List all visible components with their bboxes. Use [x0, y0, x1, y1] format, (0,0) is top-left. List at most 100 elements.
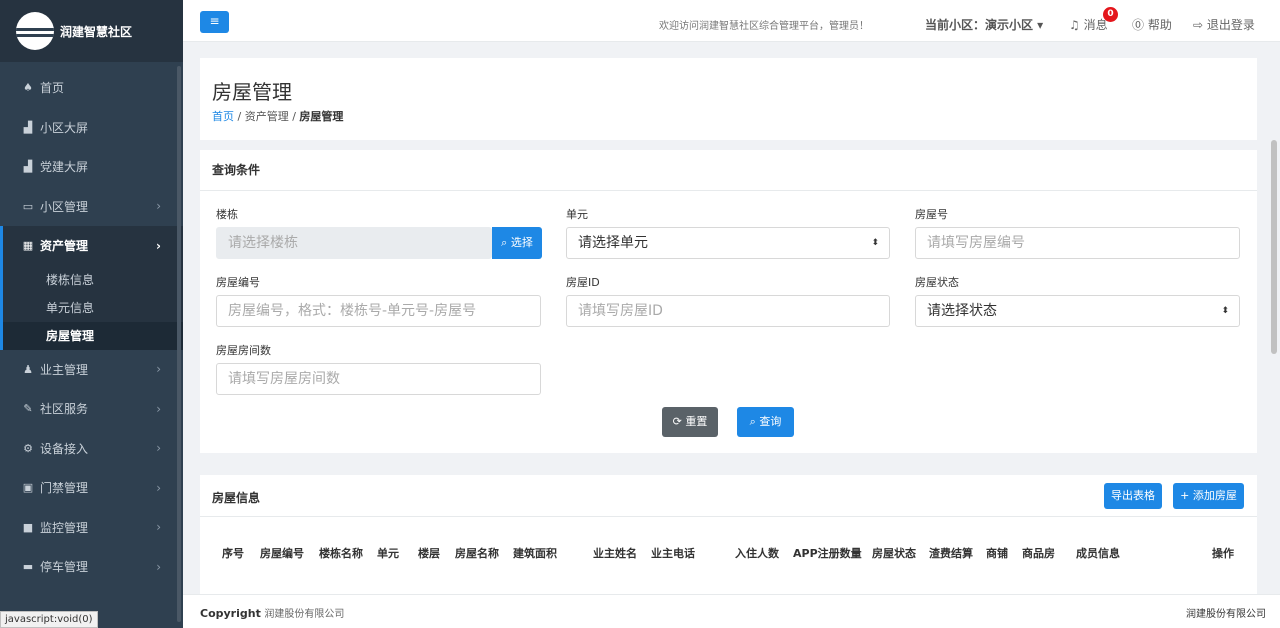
desktop-icon: ▭	[22, 199, 34, 213]
edit-icon: ✎	[23, 402, 33, 416]
building-input[interactable]: 请选择楼栋	[216, 227, 492, 259]
query-panel: 查询条件 楼栋 请选择楼栋 ⌕ 选择 单元 请选择单元 ⬍ 房屋号 请填写房屋编…	[200, 150, 1257, 453]
welcome-text: 欢迎访问润建智慧社区综合管理平台，管理员！	[659, 21, 869, 32]
sidebar-scrollbar[interactable]	[177, 66, 181, 622]
room-code-input[interactable]: 房屋编号，格式：楼栋号-单元号-房屋号	[216, 295, 541, 327]
unit-select[interactable]: 请选择单元 ⬍	[566, 227, 890, 259]
sidebar-item-label: 社区服务	[40, 402, 89, 417]
status-label: 房屋状态	[915, 276, 959, 289]
table-header-cell: 成员信息	[1076, 547, 1120, 560]
select-caret-icon: ⬍	[1221, 306, 1229, 316]
chevron-right-icon: ›	[156, 441, 161, 456]
submenu-item-building-info[interactable]: 楼栋信息	[3, 266, 183, 294]
export-table-button[interactable]: 导出表格	[1104, 483, 1162, 509]
menu-toggle-button[interactable]: ≡	[200, 11, 229, 33]
footer-company-right: 润建股份有限公司	[1186, 609, 1266, 620]
reset-button[interactable]: ⟳ 重置	[662, 407, 718, 437]
chevron-right-icon: ›	[156, 559, 161, 574]
footer: Copyright 润建股份有限公司 润建股份有限公司	[183, 594, 1280, 628]
status-select[interactable]: 请选择状态 ⬍	[915, 295, 1240, 327]
table-header-cell: 建筑面积	[513, 547, 557, 560]
messages-link[interactable]: ♫ 消息	[1069, 16, 1108, 33]
sidebar-item-asset-management[interactable]: ▦ 资产管理 ›	[0, 226, 183, 266]
area-chart-icon: ▟	[23, 160, 33, 174]
main-scrollbar[interactable]	[1271, 140, 1277, 354]
asset-submenu: 楼栋信息 单元信息 房屋管理	[0, 265, 183, 350]
sidebar-item-community-management[interactable]: ▭ 小区管理 ›	[0, 187, 183, 227]
table-header-cell: 房屋编号	[260, 547, 304, 560]
query-button[interactable]: ⌕ 查询	[737, 407, 794, 437]
sidebar-item-label: 设备接入	[40, 441, 89, 456]
table-header-cell: 入住人数	[735, 547, 779, 560]
submenu-item-unit-info[interactable]: 单元信息	[3, 294, 183, 322]
room-id-label: 房屋ID	[566, 276, 600, 289]
chevron-right-icon: ›	[156, 238, 161, 253]
sidebar-item-label: 小区大屏	[40, 120, 89, 135]
sidebar-item-party-screen[interactable]: ▟ 党建大屏	[0, 147, 183, 187]
submenu-item-house-management[interactable]: 房屋管理	[3, 321, 183, 350]
car-icon: ▬	[22, 560, 34, 574]
query-panel-title: 查询条件	[200, 150, 1257, 191]
table-header-cell: 业主电话	[651, 547, 695, 560]
sidebar: 润建智慧社区 ♠ 首页 ▟ 小区大屏 ▟ 党建大屏 ▭ 小区管理 › ▦ 资产管…	[0, 0, 183, 628]
page-title: 房屋管理	[212, 80, 292, 104]
status-bar-link-preview: javascript:void(0)	[0, 611, 98, 628]
help-link[interactable]: ⓪ 帮助	[1132, 16, 1172, 33]
table-header-cell: 楼层	[418, 547, 440, 560]
area-chart-icon: ▟	[23, 120, 33, 134]
user-icon: ♟	[23, 362, 33, 376]
sidebar-item-community-service[interactable]: ✎ 社区服务 ›	[0, 389, 183, 429]
sidebar-item-monitoring[interactable]: ■ 监控管理 ›	[0, 508, 183, 548]
sidebar-item-label: 党建大屏	[40, 160, 89, 175]
status-select-value: 请选择状态	[927, 303, 997, 319]
logo-icon	[16, 12, 54, 50]
house-info-panel: 房屋信息 导出表格 + 添加房屋 序号 房屋编号 楼栋名称 单元 楼层 房屋名称…	[200, 475, 1257, 595]
rooms-count-label: 房屋房间数	[216, 344, 271, 357]
sidebar-item-label: 首页	[40, 81, 65, 96]
sidebar-item-label: 业主管理	[40, 362, 89, 377]
breadcrumb: 首页 / 资产管理 / 房屋管理	[212, 108, 343, 124]
select-building-button[interactable]: ⌕ 选择	[492, 227, 542, 259]
id-card-icon: ▣	[22, 481, 34, 495]
sidebar-item-device-access[interactable]: ⚙ 设备接入 ›	[0, 429, 183, 469]
sidebar-item-access-control[interactable]: ▣ 门禁管理 ›	[0, 468, 183, 508]
breadcrumb-current: 房屋管理	[299, 110, 344, 123]
chevron-right-icon: ›	[156, 199, 161, 214]
table-header-cell: 房屋名称	[455, 547, 499, 560]
sidebar-item-community-screen[interactable]: ▟ 小区大屏	[0, 108, 183, 148]
topbar: ≡ 欢迎访问润建智慧社区综合管理平台，管理员！ 当前小区：演示小区 ▾ ♫ 消息…	[183, 0, 1280, 42]
footer-copyright: Copyright 润建股份有限公司	[200, 605, 344, 620]
add-house-button[interactable]: + 添加房屋	[1173, 483, 1244, 509]
message-count-badge: 0	[1103, 7, 1118, 22]
room-id-input[interactable]: 请填写房屋ID	[566, 295, 890, 327]
logo-text: 润建智慧社区	[60, 24, 133, 39]
table-header-cell: 单元	[377, 547, 399, 560]
sidebar-item-label: 监控管理	[40, 520, 89, 535]
table-header-cell: 商品房	[1022, 547, 1055, 560]
table-header-cell: 房屋状态	[872, 547, 916, 560]
select-caret-icon: ⬍	[871, 238, 879, 248]
logout-link[interactable]: ⇨ 退出登录	[1193, 16, 1255, 33]
room-no-input[interactable]: 请填写房屋编号	[915, 227, 1240, 259]
sidebar-item-home[interactable]: ♠ 首页	[0, 68, 183, 108]
rooms-count-input[interactable]: 请填写房屋房间数	[216, 363, 541, 395]
community-selector[interactable]: 当前小区：演示小区 ▾	[925, 16, 1043, 33]
chevron-right-icon: ›	[156, 520, 161, 535]
sidebar-item-owner-management[interactable]: ♟ 业主管理 ›	[0, 350, 183, 390]
logo[interactable]: 润建智慧社区	[0, 0, 183, 62]
building-icon: ▦	[22, 239, 34, 253]
breadcrumb-asset: 资产管理	[244, 110, 289, 123]
room-no-label: 房屋号	[915, 208, 948, 221]
cogs-icon: ⚙	[23, 441, 33, 455]
sidebar-item-parking[interactable]: ▬ 停车管理 ›	[0, 547, 183, 587]
chevron-right-icon: ›	[156, 480, 161, 495]
house-info-title: 房屋信息	[212, 491, 261, 505]
video-camera-icon: ■	[22, 520, 34, 534]
breadcrumb-separator: /	[288, 110, 300, 123]
sidebar-item-label: 小区管理	[40, 199, 89, 214]
breadcrumb-home[interactable]: 首页	[212, 110, 234, 123]
table-header-cell: 操作	[1212, 547, 1234, 560]
sidebar-item-label: 门禁管理	[40, 481, 89, 496]
footer-company-left: 润建股份有限公司	[264, 609, 345, 620]
table-header-cell: 楼栋名称	[319, 547, 363, 560]
